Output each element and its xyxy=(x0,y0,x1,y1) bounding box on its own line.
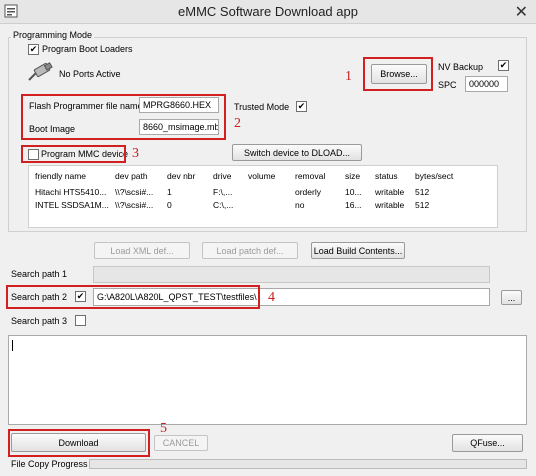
column-header[interactable]: bytes/sect xyxy=(415,171,465,181)
window-title: eMMC Software Download app xyxy=(178,4,358,19)
table-cell: Hitachi HTS5410... xyxy=(35,187,107,197)
table-cell: 512 xyxy=(415,187,430,197)
column-header[interactable]: status xyxy=(375,171,415,181)
table-cell: INTEL SSDSA1M... xyxy=(35,200,109,210)
table-cell: \\?\scsi#... xyxy=(115,200,154,210)
usb-cable-icon xyxy=(28,62,53,81)
cancel-button[interactable]: CANCEL xyxy=(154,435,208,451)
trusted-mode-label: Trusted Mode xyxy=(234,102,290,112)
close-icon[interactable]: ✕ xyxy=(515,2,528,22)
column-header[interactable]: size xyxy=(345,171,375,181)
spc-field[interactable]: 000000 xyxy=(465,76,508,92)
annotation-box-3 xyxy=(21,145,126,163)
check-mark-icon: ✔ xyxy=(297,101,306,111)
table-cell: writable xyxy=(375,200,405,210)
search-path-1-field[interactable] xyxy=(93,266,490,283)
table-cell: F:\,... xyxy=(213,187,233,197)
check-mark-icon: ✔ xyxy=(29,44,38,54)
column-header[interactable]: dev path xyxy=(115,171,167,181)
load-patch-button[interactable]: Load patch def... xyxy=(202,242,298,259)
log-output[interactable] xyxy=(8,335,527,425)
search-path-1-label: Search path 1 xyxy=(11,269,68,279)
search-path-3-checkbox[interactable] xyxy=(75,315,86,326)
load-build-contents-button[interactable]: Load Build Contents... xyxy=(311,242,405,259)
text-cursor xyxy=(12,340,13,351)
table-cell: 10... xyxy=(345,187,362,197)
column-header[interactable]: friendly name xyxy=(35,171,115,181)
programming-mode-label: Programming Mode xyxy=(11,30,95,40)
table-cell: 0 xyxy=(167,200,172,210)
search-path-3-label: Search path 3 xyxy=(11,316,68,326)
annotation-number-3: 3 xyxy=(132,146,139,161)
column-header[interactable]: dev nbr xyxy=(167,171,213,181)
title-bar: eMMC Software Download app ✕ xyxy=(0,0,536,24)
table-cell: 1 xyxy=(167,187,172,197)
table-cell: writable xyxy=(375,187,405,197)
annotation-box-5 xyxy=(8,429,150,457)
column-header[interactable]: volume xyxy=(248,171,295,181)
program-boot-loaders-label: Program Boot Loaders xyxy=(42,44,133,54)
table-cell: 16... xyxy=(345,200,362,210)
program-boot-loaders-checkbox[interactable]: ✔ xyxy=(28,44,39,55)
column-header[interactable]: drive xyxy=(213,171,248,181)
device-list[interactable]: friendly name dev path dev nbr drive vol… xyxy=(28,165,498,228)
annotation-number-4: 4 xyxy=(268,290,275,305)
search-path-2-browse-button[interactable]: ... xyxy=(501,290,522,305)
annotation-box-4 xyxy=(6,285,260,309)
annotation-number-5: 5 xyxy=(160,421,167,436)
port-status-text: No Ports Active xyxy=(59,69,121,79)
annotation-box-1 xyxy=(363,57,433,91)
file-copy-progress-label: File Copy Progress xyxy=(11,459,88,469)
annotation-number-2: 2 xyxy=(234,116,241,131)
nv-backup-checkbox[interactable]: ✔ xyxy=(498,60,509,71)
qfuse-button[interactable]: QFuse... xyxy=(452,434,523,452)
table-cell: \\?\scsi#... xyxy=(115,187,154,197)
table-cell: orderly xyxy=(295,187,321,197)
spc-label: SPC xyxy=(438,80,457,90)
table-row[interactable]: INTEL SSDSA1M... \\?\scsi#... 0 C:\,... … xyxy=(29,200,497,213)
file-copy-progress-bar xyxy=(89,459,527,469)
load-xml-button[interactable]: Load XML def... xyxy=(94,242,190,259)
annotation-box-2 xyxy=(21,94,226,140)
nv-backup-label: NV Backup xyxy=(438,62,484,72)
switch-dload-button[interactable]: Switch device to DLOAD... xyxy=(232,144,362,161)
table-row[interactable]: Hitachi HTS5410... \\?\scsi#... 1 F:\,..… xyxy=(29,187,497,200)
table-cell: no xyxy=(295,200,305,210)
device-list-header: friendly name dev path dev nbr drive vol… xyxy=(29,171,497,184)
table-cell: C:\,... xyxy=(213,200,234,210)
trusted-mode-checkbox[interactable]: ✔ xyxy=(296,101,307,112)
check-mark-icon: ✔ xyxy=(499,60,508,70)
annotation-number-1: 1 xyxy=(345,69,352,84)
column-header[interactable]: removal xyxy=(295,171,345,181)
table-cell: 512 xyxy=(415,200,430,210)
